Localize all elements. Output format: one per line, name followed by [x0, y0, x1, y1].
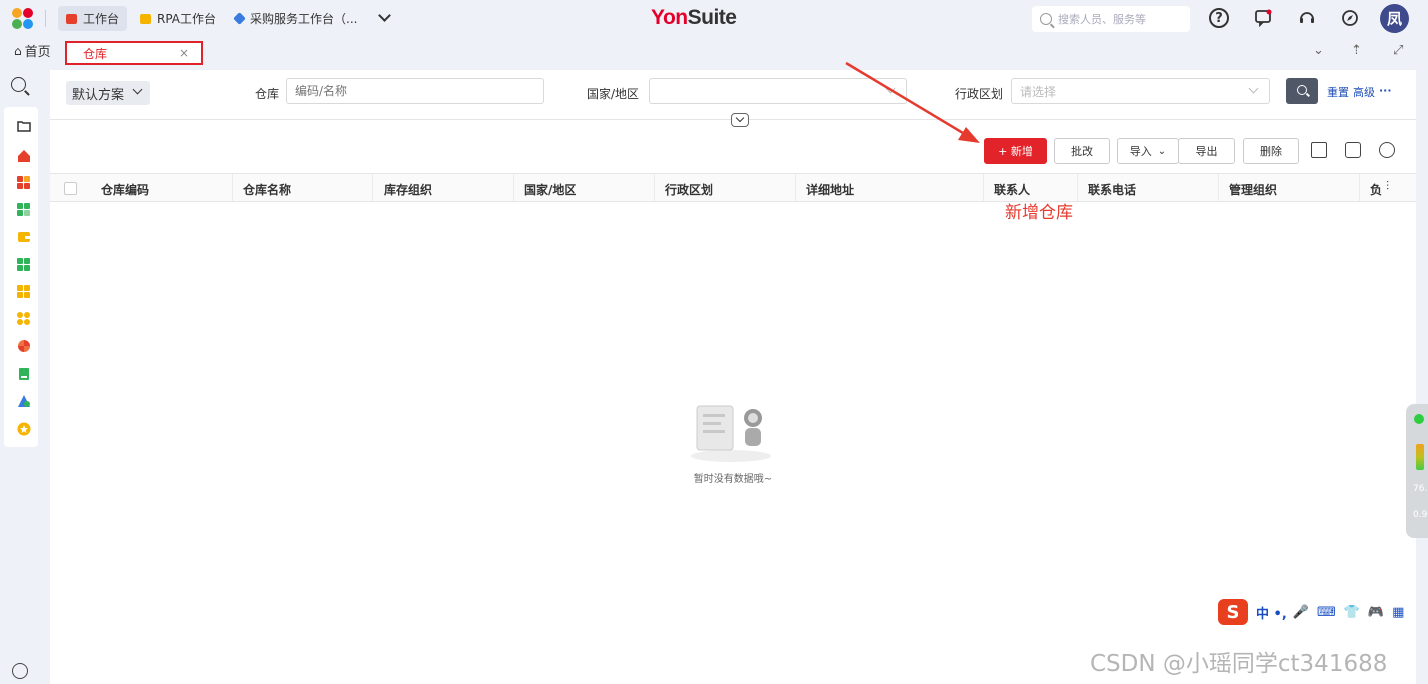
system-monitor-widget[interactable]: 76.3 0.9	[1406, 404, 1428, 538]
status-dot	[1414, 414, 1424, 424]
gamepad-icon[interactable]: 🎮	[1368, 605, 1384, 620]
level-bar	[1416, 444, 1424, 470]
keyboard-icon[interactable]: ⌨	[1317, 605, 1336, 620]
shirt-icon[interactable]: 👕	[1344, 605, 1360, 620]
monitor-value-2: 0.9	[1413, 510, 1428, 520]
annotation-arrow	[845, 61, 980, 143]
ime-toolbar[interactable]: S 中 •, 🎤 ⌨ 👕 🎮 ▦	[1218, 598, 1428, 626]
ime-logo[interactable]: S	[1218, 599, 1248, 625]
microphone-icon[interactable]: 🎤	[1293, 605, 1309, 620]
monitor-value-1: 76.3	[1413, 484, 1428, 494]
watermark: CSDN @小瑶同学ct341688	[1090, 651, 1388, 677]
grid-icon[interactable]: ▦	[1392, 605, 1404, 620]
ime-keys[interactable]: 中 •,	[1256, 603, 1287, 622]
